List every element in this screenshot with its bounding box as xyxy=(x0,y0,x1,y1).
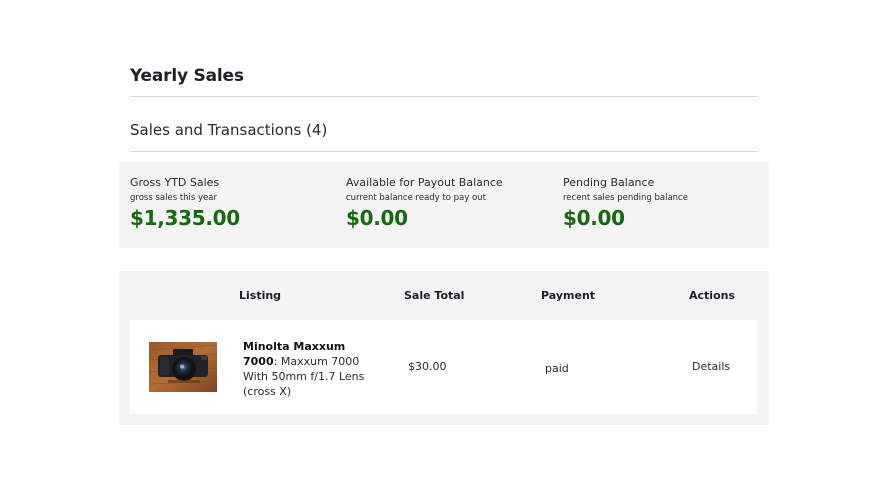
payment-status: paid xyxy=(545,362,569,375)
gross-ytd-sales-stat: Gross YTD Sales gross sales this year $1… xyxy=(130,176,240,230)
divider xyxy=(130,96,758,97)
stat-title: Gross YTD Sales xyxy=(130,176,220,189)
stat-title: Pending Balance xyxy=(563,176,655,189)
stat-title: Available for Payout Balance xyxy=(346,176,503,189)
balance-summary: Gross YTD Sales gross sales this year $1… xyxy=(119,162,769,248)
stat-amount: $0.00 xyxy=(346,206,408,230)
column-header-payment: Payment xyxy=(541,289,596,302)
stat-description: current balance ready to pay out xyxy=(346,193,486,203)
pending-balance-stat: Pending Balance recent sales pending bal… xyxy=(563,176,688,230)
listing-title: Minolta Maxxum 7000: Maxxum 7000 With 50… xyxy=(243,339,375,399)
page-title: Yearly Sales xyxy=(130,66,244,86)
column-header-actions: Actions xyxy=(689,289,735,302)
sale-total: $30.00 xyxy=(408,360,447,373)
stat-description: gross sales this year xyxy=(130,193,217,203)
column-header-sale-total: Sale Total xyxy=(404,289,465,302)
camera-photo-icon[interactable] xyxy=(149,342,217,392)
section-title: Sales and Transactions (4) xyxy=(130,121,328,139)
sales-table: Listing Sale Total Payment Actions Minol… xyxy=(119,271,769,425)
column-header-listing: Listing xyxy=(239,289,282,302)
yearly-sales-page: Yearly Sales Sales and Transactions (4) … xyxy=(0,0,889,500)
stat-amount: $0.00 xyxy=(563,206,625,230)
stat-description: recent sales pending balance xyxy=(563,193,688,203)
stat-amount: $1,335.00 xyxy=(130,206,240,230)
divider xyxy=(130,151,758,152)
details-link[interactable]: Details xyxy=(692,360,730,373)
available-payout-balance-stat: Available for Payout Balance current bal… xyxy=(346,176,503,230)
table-row: Minolta Maxxum 7000: Maxxum 7000 With 50… xyxy=(130,320,757,414)
